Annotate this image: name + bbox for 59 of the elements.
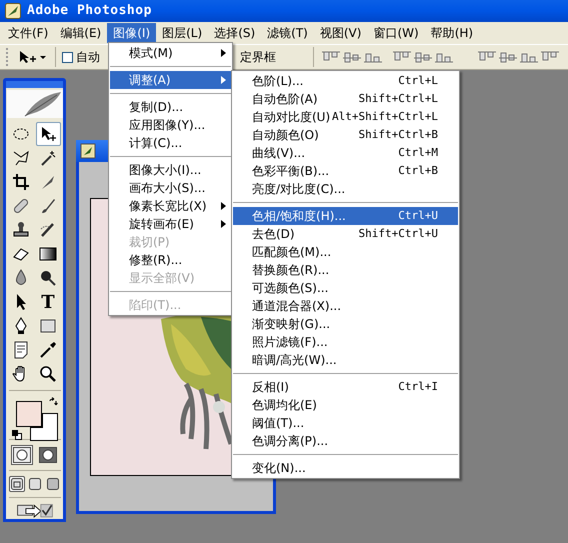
menu-item[interactable]: 自动颜色(O) Shift+Ctrl+B [233, 126, 458, 144]
menu-item[interactable]: 替换颜色(R)... [233, 261, 458, 279]
foreground-color-swatch[interactable] [16, 400, 42, 427]
menu-item[interactable]: 图像大小(I)... [110, 161, 231, 179]
screen-mode-button[interactable] [44, 476, 60, 492]
menu-item[interactable]: 旋转画布(E) [110, 215, 231, 233]
bounding-box-label: 定界框 [240, 49, 276, 66]
screen-mode-button[interactable] [26, 476, 42, 492]
menu-item[interactable]: 复制(D)... [110, 98, 231, 116]
screen-mode-button[interactable] [8, 476, 24, 492]
menu-item[interactable]: 去色(D) Shift+Ctrl+U [233, 225, 458, 243]
menu-item[interactable]: 阈值(T)... [233, 414, 458, 432]
menu-item[interactable]: 模式(M) [110, 44, 231, 62]
auto-select-checkbox[interactable] [62, 52, 73, 62]
menu-item[interactable]: 编辑(E) [54, 23, 108, 43]
menu-item[interactable]: 应用图像(Y)... [110, 116, 231, 134]
menu-item[interactable]: 曲线(V)... Ctrl+M [233, 144, 458, 162]
menu-item[interactable]: 滤镜(T) [261, 23, 314, 43]
menu-item[interactable]: 文件(F) [2, 23, 54, 43]
menu-item[interactable]: 渐变映射(G)... [233, 315, 458, 333]
menu-item[interactable]: 色彩平衡(B)... Ctrl+B [233, 162, 458, 180]
menu-item[interactable]: 变化(N)... [233, 459, 458, 477]
menu-item[interactable]: 色调分离(P)... [233, 432, 458, 450]
menu-item[interactable]: 暗调/高光(W)... [233, 351, 458, 369]
quick-mask-button[interactable] [36, 444, 58, 465]
background-color-swatch[interactable] [30, 412, 58, 441]
menu-item[interactable]: 帮助(H) [424, 23, 480, 43]
swap-colors-icon[interactable] [48, 396, 58, 407]
menu-item[interactable]: 匹配颜色(M)... [233, 243, 458, 261]
menu-item[interactable]: 修整(R)... [110, 251, 231, 269]
menu-item[interactable]: 色调均化(E) [233, 396, 458, 414]
menu-item[interactable]: 自动色阶(A) Shift+Ctrl+L [233, 90, 458, 108]
menu-item[interactable]: 图层(L) [156, 23, 208, 43]
menu-item[interactable]: 画布大小(S)... [110, 179, 231, 197]
type-icon[interactable]: T [36, 290, 60, 314]
auto-select-label: 自动 [76, 49, 100, 66]
move-tool-icon[interactable] [17, 49, 47, 65]
menu-item[interactable]: 视图(V) [314, 23, 368, 43]
menu-item[interactable]: 反相(I) Ctrl+I [233, 378, 458, 396]
menu-item[interactable]: 调整(A) [110, 71, 231, 89]
menu-item[interactable]: 色阶(L)... Ctrl+L [233, 72, 458, 90]
menu-item[interactable]: 亮度/对比度(C)... [233, 180, 458, 198]
menu-item[interactable]: 选择(S) [208, 23, 262, 43]
menu-item[interactable]: 照片滤镜(F)... [233, 333, 458, 351]
menu-item[interactable]: 色相/饱和度(H)... Ctrl+U [233, 207, 458, 225]
menu-item[interactable]: 通道混合器(X)... [233, 297, 458, 315]
menu-item[interactable]: 计算(C)... [110, 134, 231, 152]
move-icon[interactable] [36, 122, 60, 146]
menu-item[interactable]: 可选颜色(S)... [233, 279, 458, 297]
menu-item[interactable]: 窗口(W) [367, 23, 425, 43]
menu-item[interactable]: 图像(I) [107, 23, 156, 43]
menu-item[interactable]: 自动对比度(U)Alt+Shift+Ctrl+L [233, 108, 458, 126]
standard-mode-button[interactable] [10, 444, 32, 465]
window-title: Adobe Photoshop [27, 2, 152, 20]
document-icon [80, 143, 96, 159]
menu-item[interactable]: 像素长宽比(X) [110, 197, 231, 215]
feather-icon [5, 3, 21, 19]
feather-logo-icon [6, 90, 62, 118]
default-colors-icon[interactable] [12, 430, 22, 440]
